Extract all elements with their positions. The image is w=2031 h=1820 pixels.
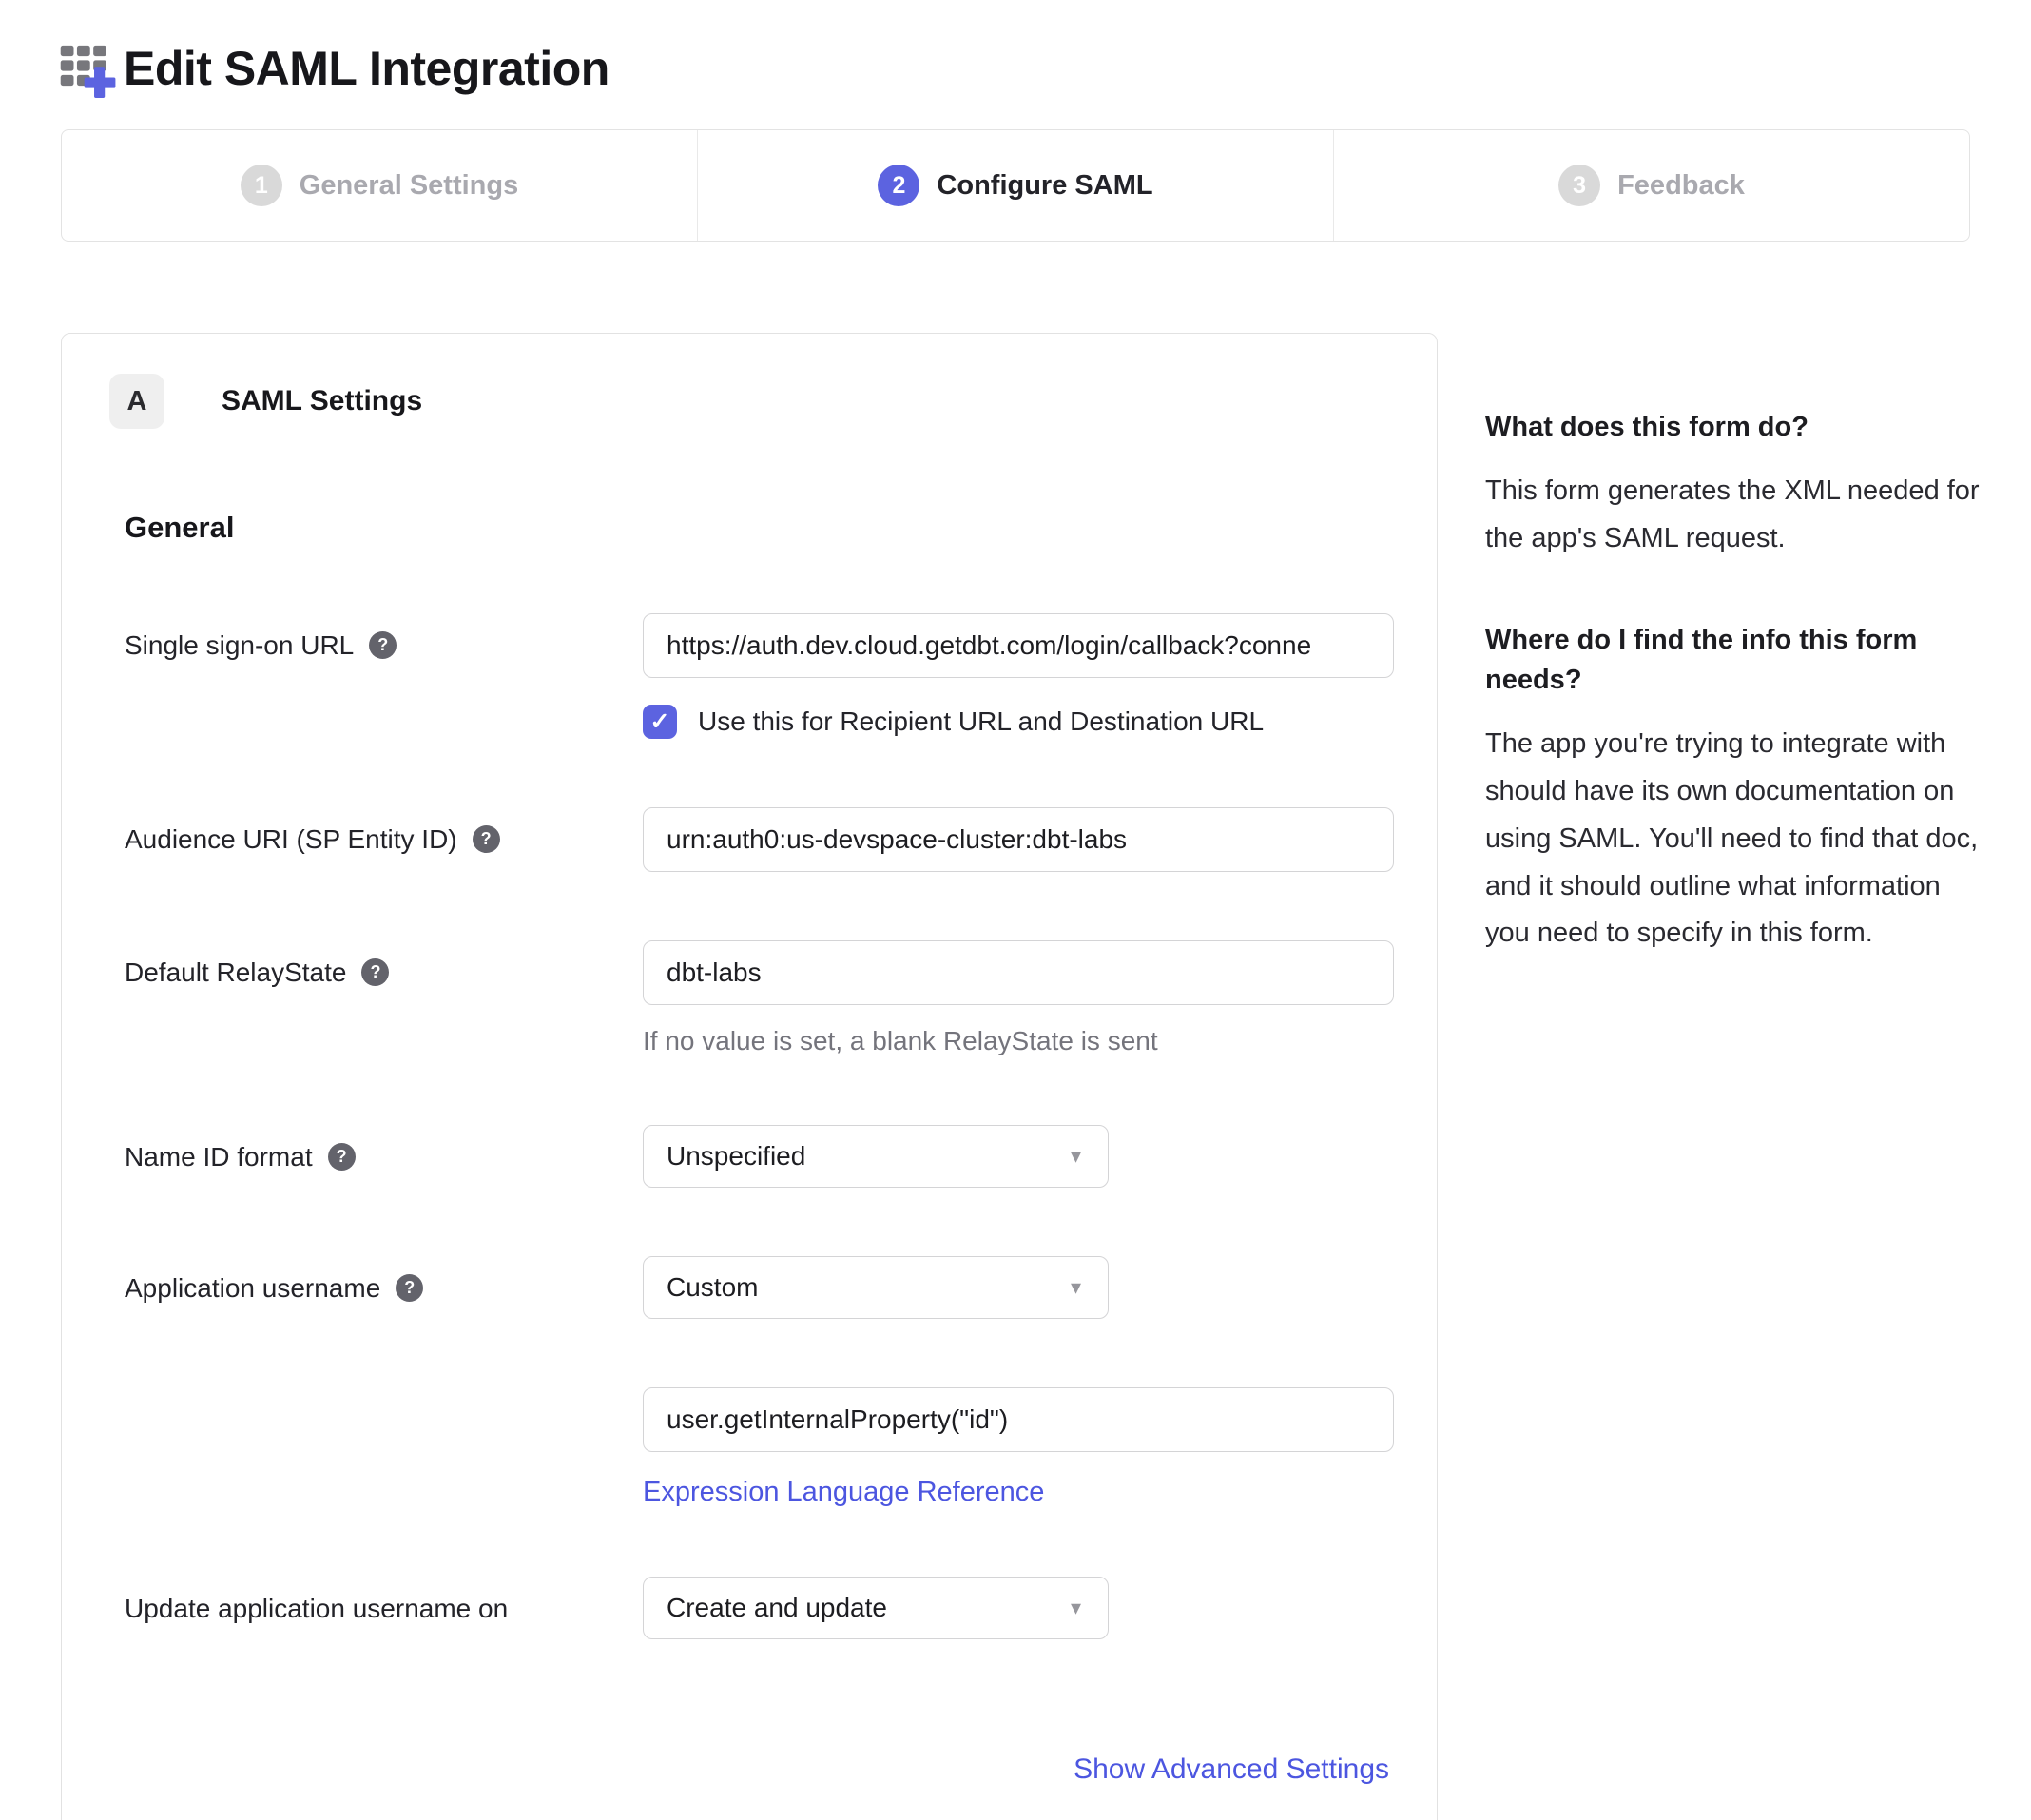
- sidebar-answer-2: The app you're trying to integrate with …: [1485, 721, 1987, 958]
- step-label: Feedback: [1617, 170, 1745, 202]
- relaystate-input[interactable]: [643, 940, 1394, 1005]
- application-username-select[interactable]: Custom ▾: [643, 1256, 1109, 1319]
- step-number-badge: 3: [1558, 165, 1600, 206]
- custom-expression-input[interactable]: [643, 1387, 1394, 1452]
- page-title: Edit SAML Integration: [124, 41, 609, 96]
- audience-uri-row: Audience URI (SP Entity ID) ?: [125, 807, 1389, 872]
- recipient-url-checkbox-label[interactable]: Use this for Recipient URL and Destinati…: [698, 707, 1264, 737]
- step-label: Configure SAML: [937, 170, 1152, 202]
- general-heading: General: [125, 511, 1389, 545]
- chevron-down-icon: ▾: [1071, 1596, 1081, 1620]
- name-id-format-select[interactable]: Unspecified ▾: [643, 1125, 1109, 1188]
- step-feedback[interactable]: 3 Feedback: [1333, 130, 1969, 241]
- help-icon[interactable]: ?: [328, 1143, 356, 1171]
- saml-app-grid-plus-icon: [59, 38, 118, 99]
- wizard-stepper: 1 General Settings 2 Configure SAML 3 Fe…: [61, 129, 1970, 242]
- sso-url-row: Single sign-on URL ? ✓ Use this for Reci…: [125, 613, 1389, 739]
- update-username-select[interactable]: Create and update ▾: [643, 1577, 1109, 1639]
- name-id-format-row: Name ID format ? Unspecified ▾: [125, 1125, 1389, 1188]
- selected-value: Custom: [667, 1272, 758, 1303]
- section-title: SAML Settings: [222, 385, 422, 417]
- step-number-badge: 1: [241, 165, 282, 206]
- name-id-format-label: Name ID format: [125, 1140, 313, 1174]
- saml-settings-panel: A SAML Settings General Single sign-on U…: [61, 333, 1438, 1820]
- step-configure-saml[interactable]: 2 Configure SAML: [697, 130, 1333, 241]
- sidebar-question-2: Where do I find the info this form needs…: [1485, 620, 1987, 700]
- relaystate-label: Default RelayState: [125, 956, 346, 990]
- selected-value: Unspecified: [667, 1141, 805, 1171]
- checkmark-icon: ✓: [650, 707, 670, 736]
- update-username-row: Update application username on Create an…: [125, 1577, 1389, 1639]
- help-icon[interactable]: ?: [361, 958, 389, 986]
- step-label: General Settings: [300, 170, 518, 202]
- sidebar-question-1: What does this form do?: [1485, 407, 1987, 447]
- edit-saml-integration-page: Edit SAML Integration 1 General Settings…: [0, 0, 2031, 1820]
- selected-value: Create and update: [667, 1593, 887, 1623]
- recipient-url-checkbox[interactable]: ✓: [643, 705, 677, 739]
- update-username-label: Update application username on: [125, 1592, 508, 1626]
- sso-url-label: Single sign-on URL: [125, 629, 354, 663]
- help-icon[interactable]: ?: [396, 1274, 423, 1302]
- expression-language-reference-link[interactable]: Expression Language Reference: [643, 1477, 1044, 1508]
- sidebar-answer-1: This form generates the XML needed for t…: [1485, 468, 1987, 563]
- relaystate-hint: If no value is set, a blank RelayState i…: [643, 1026, 1394, 1056]
- custom-expression-row: Expression Language Reference: [125, 1387, 1389, 1508]
- help-sidebar: What does this form do? This form genera…: [1485, 333, 1987, 958]
- relaystate-row: Default RelayState ? If no value is set,…: [125, 940, 1389, 1056]
- step-general-settings[interactable]: 1 General Settings: [62, 130, 697, 241]
- help-icon[interactable]: ?: [369, 631, 397, 659]
- page-header: Edit SAML Integration: [0, 0, 2031, 99]
- chevron-down-icon: ▾: [1071, 1275, 1081, 1300]
- help-icon[interactable]: ?: [473, 825, 500, 853]
- chevron-down-icon: ▾: [1071, 1144, 1081, 1169]
- audience-uri-label: Audience URI (SP Entity ID): [125, 823, 457, 857]
- section-a-badge: A: [109, 374, 164, 429]
- sso-url-input[interactable]: [643, 613, 1394, 678]
- application-username-label: Application username: [125, 1271, 380, 1306]
- show-advanced-settings-link[interactable]: Show Advanced Settings: [1074, 1753, 1389, 1785]
- step-number-badge: 2: [878, 165, 919, 206]
- audience-uri-input[interactable]: [643, 807, 1394, 872]
- application-username-row: Application username ? Custom ▾: [125, 1256, 1389, 1319]
